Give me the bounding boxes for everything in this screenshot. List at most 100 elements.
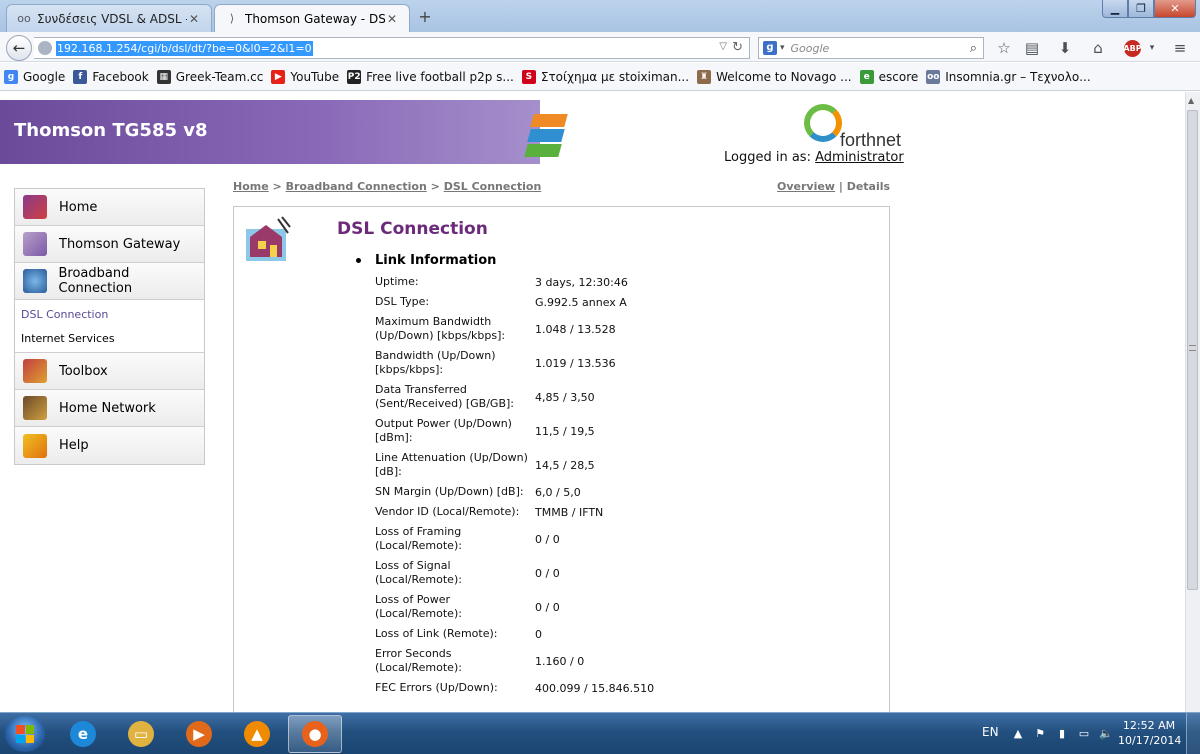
bookmark-label: Facebook (92, 69, 149, 84)
sidebar-item-broadband-connection[interactable]: Broadband Connection (15, 263, 204, 300)
search-input[interactable]: Google (791, 42, 970, 55)
battery-icon[interactable]: ▭ (1076, 727, 1092, 740)
info-label: Loss of Link (Remote): (375, 627, 498, 640)
chevron-down-icon[interactable]: ▾ (1142, 38, 1162, 58)
dropdown-arrow-icon[interactable]: ▽ (719, 41, 727, 52)
bookmark-item[interactable]: P2 Free live football p2p s... (347, 69, 514, 84)
tab-vdsl-adsl[interactable]: oo Συνδέσεις VDSL & ADSL - I... ✕ (6, 4, 212, 32)
info-label: SN Margin (Up/Down) [dB]: (375, 485, 524, 498)
sidebar-item-label: Thomson Gateway (59, 236, 181, 252)
sidebar-item-label: Home Network (59, 400, 156, 416)
sidebar-subitem-dsl-connection[interactable]: DSL Connection (15, 302, 204, 326)
house-icon (23, 195, 47, 219)
reload-icon[interactable]: ↻ (732, 40, 743, 55)
sidebar-item-label: Help (59, 438, 89, 453)
info-value: 4,85 / 3,50 (535, 390, 595, 404)
sidebar-item-thomson-gateway[interactable]: Thomson Gateway (15, 226, 204, 263)
back-button[interactable]: ← (6, 35, 32, 61)
sidebar-item-label: Broadband Connection (58, 266, 133, 296)
info-row: Maximum Bandwidth (Up/Down) [kbps/kbps]:… (375, 315, 875, 343)
p2p-icon: P2 (347, 69, 362, 84)
sidebar-item-help[interactable]: Help (15, 427, 204, 464)
folder-icon: ▭ (128, 721, 154, 747)
scroll-up-arrow-icon[interactable]: ▲ (1188, 96, 1194, 105)
bookmark-item[interactable]: g Google (4, 69, 66, 84)
bookmark-item[interactable]: ♜ Welcome to Novago ... (697, 69, 852, 84)
bookmark-item[interactable]: ▦ Greek-Team.cc (156, 69, 263, 84)
help-icon (23, 433, 47, 458)
sidebar-item-toolbox[interactable]: Toolbox (15, 353, 204, 390)
taskbar-app-firefox[interactable]: ● (288, 715, 342, 753)
overview-link[interactable]: Overview (777, 180, 835, 193)
sidebar-subitem-internet-services[interactable]: Internet Services (15, 326, 204, 350)
bookmark-item[interactable]: e escore (859, 69, 919, 84)
info-value: 0 / 0 (535, 566, 560, 580)
loading-icon: ⟩ (229, 11, 235, 25)
link-information-heading: Link Information (356, 253, 496, 268)
minimize-button[interactable]: ▁ (1102, 0, 1128, 18)
url-text[interactable]: 192.168.1.254/cgi/b/dsl/dt/?be=0&l0=2&l1… (56, 40, 313, 56)
firefox-icon: ● (302, 721, 328, 747)
show-desktop-button[interactable] (1186, 713, 1200, 754)
maximize-button[interactable]: ❐ (1128, 0, 1154, 18)
sidebar-item-label: Toolbox (59, 363, 108, 379)
bookmark-label: Στοίχημα με stoiximan... (540, 69, 690, 84)
download-icon[interactable]: ⬇ (1055, 38, 1075, 58)
volume-icon[interactable]: 🔈 (1098, 727, 1114, 740)
info-label: DSL Type: (375, 295, 430, 308)
info-row: Loss of Signal (Local/Remote): 0 / 0 (375, 559, 875, 587)
info-row: Loss of Power (Local/Remote): 0 / 0 (375, 593, 875, 621)
bookmark-item[interactable]: f Facebook (73, 69, 149, 84)
taskbar-app-vlc[interactable]: ▲ (230, 715, 284, 753)
insomnia-icon: oo (926, 69, 941, 84)
address-bar[interactable]: 192.168.1.254/cgi/b/dsl/dt/?be=0&l0=2&l1… (34, 37, 750, 59)
logged-in-status: Logged in as: Administrator (724, 150, 904, 165)
adblock-icon[interactable]: ABP (1123, 40, 1142, 57)
sidebar-item-home-network[interactable]: Home Network (15, 390, 204, 427)
action-center-flag-icon[interactable]: ⚑ (1032, 727, 1048, 740)
taskbar-app-internet-explorer[interactable]: e (56, 715, 110, 753)
window-close-button[interactable]: ✕ (1154, 0, 1196, 18)
close-icon[interactable]: ✕ (187, 12, 201, 26)
bookmark-label: Google (23, 69, 66, 84)
menu-hamburger-icon[interactable]: ≡ (1170, 38, 1190, 58)
taskbar-app-file-explorer[interactable]: ▭ (114, 715, 168, 753)
details-label: Details (846, 180, 891, 193)
google-search-icon[interactable]: g (763, 41, 777, 55)
breadcrumb-dsl-link[interactable]: DSL Connection (444, 180, 542, 193)
search-magnifier-icon[interactable]: ⌕ (970, 41, 977, 56)
sidebar-item-label: Home (59, 199, 98, 215)
language-indicator[interactable]: EN (982, 725, 999, 739)
taskbar-app-media-player[interactable]: ▶ (172, 715, 226, 753)
info-value: 11,5 / 19,5 (535, 424, 595, 438)
sidebar-item-home[interactable]: Home (15, 189, 204, 226)
reading-list-icon[interactable]: ▤ (1022, 38, 1042, 58)
network-icon[interactable]: ▮ (1054, 727, 1070, 740)
user-link[interactable]: Administrator (815, 150, 904, 165)
info-label: Loss of Power (Local/Remote): (375, 593, 462, 620)
bookmark-item[interactable]: oo Insomnia.gr – Τεχνολο... (926, 69, 1091, 84)
new-tab-button[interactable]: + (416, 7, 434, 26)
show-hidden-icons-icon[interactable]: ▲ (1010, 727, 1026, 740)
chevron-down-icon[interactable]: ▾ (780, 43, 785, 53)
home-icon[interactable]: ⌂ (1088, 38, 1108, 58)
bookmark-item[interactable]: ▶ YouTube (271, 69, 339, 84)
film-icon: ▦ (156, 69, 171, 84)
tab-bar: oo Συνδέσεις VDSL & ADSL - I... ✕ ⟩ Thom… (0, 0, 1200, 32)
system-clock[interactable]: 12:52 AM 10/17/2014 (1118, 718, 1181, 748)
breadcrumb-broadband-link[interactable]: Broadband Connection (286, 180, 427, 193)
info-label: Data Transferred (Sent/Received) [GB/GB]… (375, 383, 515, 410)
bookmark-label: escore (878, 69, 919, 84)
home-network-icon (23, 396, 47, 420)
breadcrumb-home-link[interactable]: Home (233, 180, 269, 193)
close-icon[interactable]: ✕ (385, 12, 399, 26)
ie-icon: e (70, 721, 96, 747)
tab-thomson-gateway[interactable]: ⟩ Thomson Gateway - DSL C... ✕ (214, 4, 410, 32)
scrollbar-grip (1189, 345, 1196, 351)
bookmark-star-icon[interactable]: ☆ (994, 38, 1014, 58)
info-value: TMMB / IFTN (535, 505, 604, 519)
search-box[interactable]: g ▾ Google ⌕ (758, 37, 984, 59)
bookmark-item[interactable]: S Στοίχημα με stoiximan... (521, 69, 690, 84)
start-button[interactable] (5, 716, 45, 752)
globe-icon (38, 41, 52, 55)
